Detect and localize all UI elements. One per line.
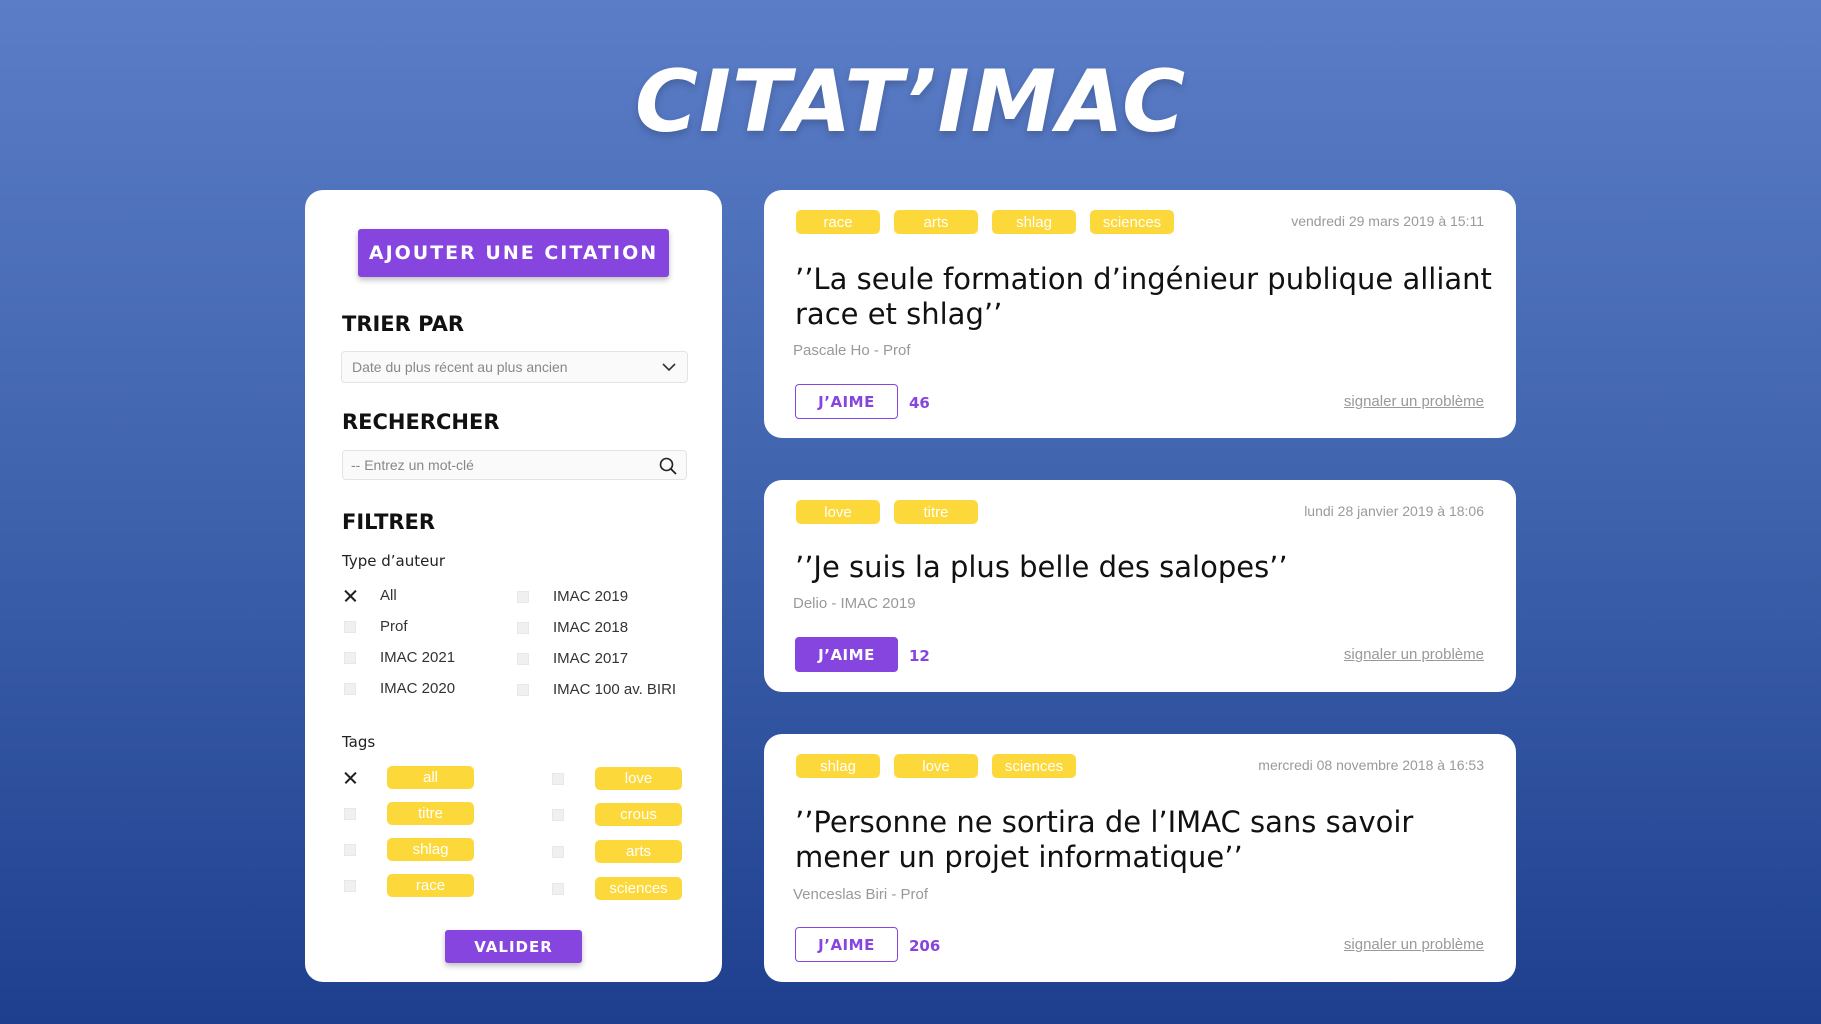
tag-option-race[interactable]: race bbox=[344, 874, 474, 897]
like-button[interactable]: J’AIME bbox=[795, 384, 898, 419]
search-field bbox=[342, 450, 687, 480]
option-label: Prof bbox=[380, 618, 408, 635]
quote-tag[interactable]: shlag bbox=[796, 754, 880, 778]
tag-chip: titre bbox=[387, 802, 474, 825]
quote-author: Delio - IMAC 2019 bbox=[793, 595, 916, 612]
quote-tags: shlag love sciences bbox=[796, 754, 1076, 778]
checkbox[interactable] bbox=[517, 590, 529, 603]
like-count: 206 bbox=[909, 937, 941, 955]
validate-button[interactable]: VALIDER bbox=[445, 930, 582, 963]
sort-heading: TRIER PAR bbox=[342, 312, 465, 336]
quote-tag[interactable]: titre bbox=[894, 500, 978, 524]
checkbox[interactable] bbox=[344, 651, 356, 664]
report-problem-link[interactable]: signaler un problème bbox=[1344, 393, 1484, 410]
quote-tag[interactable]: love bbox=[894, 754, 978, 778]
quote-tags: race arts shlag sciences bbox=[796, 210, 1174, 234]
author-option-imac-100-av-biri[interactable]: IMAC 100 av. BIRI bbox=[517, 681, 676, 698]
author-option-imac-2017[interactable]: IMAC 2017 bbox=[517, 650, 628, 667]
quote-tag[interactable]: sciences bbox=[992, 754, 1076, 778]
checkbox[interactable] bbox=[344, 807, 356, 820]
search-heading: RECHERCHER bbox=[342, 410, 500, 434]
checked-icon[interactable] bbox=[344, 590, 356, 602]
quote-tags: love titre bbox=[796, 500, 978, 524]
quote-text: ’’Je suis la plus belle des salopes’’ bbox=[795, 550, 1288, 584]
quote-card: love titre lundi 28 janvier 2019 à 18:06… bbox=[764, 480, 1516, 692]
search-icon[interactable] bbox=[658, 456, 678, 476]
tag-option-love[interactable]: love bbox=[552, 767, 682, 790]
report-problem-link[interactable]: signaler un problème bbox=[1344, 646, 1484, 663]
option-label: IMAC 2021 bbox=[380, 649, 456, 666]
quote-card: race arts shlag sciences vendredi 29 mar… bbox=[764, 190, 1516, 438]
quote-author: Pascale Ho - Prof bbox=[793, 342, 911, 359]
checkbox[interactable] bbox=[552, 808, 564, 821]
tag-chip: crous bbox=[595, 803, 682, 826]
option-label: IMAC 2018 bbox=[553, 619, 629, 636]
tag-chip: sciences bbox=[595, 877, 682, 900]
option-label: IMAC 2017 bbox=[553, 650, 629, 667]
quote-date: vendredi 29 mars 2019 à 15:11 bbox=[1291, 213, 1484, 229]
search-input[interactable] bbox=[351, 457, 641, 473]
tag-option-crous[interactable]: crous bbox=[552, 803, 682, 826]
like-count: 12 bbox=[909, 647, 930, 665]
checkbox[interactable] bbox=[517, 621, 529, 634]
tags-label: Tags bbox=[342, 733, 376, 751]
tag-option-all[interactable]: all bbox=[344, 766, 474, 789]
checkbox[interactable] bbox=[552, 772, 564, 785]
like-button[interactable]: J’AIME bbox=[795, 927, 898, 962]
quote-tag[interactable]: sciences bbox=[1090, 210, 1174, 234]
app-title: CITAT’IMAC bbox=[634, 52, 1187, 152]
tag-chip: race bbox=[387, 874, 474, 897]
author-option-imac-2020[interactable]: IMAC 2020 bbox=[344, 680, 455, 697]
quote-date: mercredi 08 novembre 2018 à 16:53 bbox=[1258, 757, 1484, 773]
quote-date: lundi 28 janvier 2019 à 18:06 bbox=[1304, 503, 1484, 519]
quote-tag[interactable]: arts bbox=[894, 210, 978, 234]
quote-tag[interactable]: shlag bbox=[992, 210, 1076, 234]
report-problem-link[interactable]: signaler un problème bbox=[1344, 936, 1484, 953]
like-button[interactable]: J’AIME bbox=[795, 637, 898, 672]
checkbox[interactable] bbox=[344, 879, 356, 892]
checkbox[interactable] bbox=[552, 845, 564, 858]
filter-heading: FILTRER bbox=[342, 510, 436, 534]
chevron-down-icon bbox=[662, 363, 676, 372]
quote-card: shlag love sciences mercredi 08 novembre… bbox=[764, 734, 1516, 982]
quote-author: Venceslas Biri - Prof bbox=[793, 886, 929, 903]
author-type-label: Type d’auteur bbox=[342, 552, 445, 570]
checked-icon[interactable] bbox=[344, 772, 356, 784]
author-option-imac-2019[interactable]: IMAC 2019 bbox=[517, 588, 628, 605]
author-option-all[interactable]: All bbox=[344, 587, 397, 604]
checkbox[interactable] bbox=[344, 843, 356, 856]
add-quote-button[interactable]: AJOUTER UNE CITATION bbox=[358, 229, 669, 277]
tag-chip: arts bbox=[595, 840, 682, 863]
filter-sidebar: AJOUTER UNE CITATION TRIER PAR Date du p… bbox=[305, 190, 722, 982]
tag-chip: all bbox=[387, 766, 474, 789]
tag-option-sciences[interactable]: sciences bbox=[552, 877, 682, 900]
checkbox[interactable] bbox=[344, 682, 356, 695]
checkbox[interactable] bbox=[344, 620, 356, 633]
tag-option-arts[interactable]: arts bbox=[552, 840, 682, 863]
checkbox[interactable] bbox=[517, 652, 529, 665]
checkbox[interactable] bbox=[552, 882, 564, 895]
option-label: IMAC 2020 bbox=[380, 680, 456, 697]
quote-tag[interactable]: love bbox=[796, 500, 880, 524]
like-count: 46 bbox=[909, 394, 930, 412]
quote-text: ’’Personne ne sortira de l’IMAC sans sav… bbox=[795, 805, 1414, 874]
option-label: All bbox=[380, 587, 397, 604]
tag-option-shlag[interactable]: shlag bbox=[344, 838, 474, 861]
quote-tag[interactable]: race bbox=[796, 210, 880, 234]
option-label: IMAC 2019 bbox=[553, 588, 629, 605]
sort-select[interactable]: Date du plus récent au plus ancien bbox=[341, 351, 688, 383]
checkbox[interactable] bbox=[517, 683, 529, 696]
tag-chip: shlag bbox=[387, 838, 474, 861]
tag-option-titre[interactable]: titre bbox=[344, 802, 474, 825]
author-option-imac-2021[interactable]: IMAC 2021 bbox=[344, 649, 455, 666]
author-option-imac-2018[interactable]: IMAC 2018 bbox=[517, 619, 628, 636]
author-option-prof[interactable]: Prof bbox=[344, 618, 408, 635]
tag-chip: love bbox=[595, 767, 682, 790]
option-label: IMAC 100 av. BIRI bbox=[553, 681, 677, 698]
sort-selected-value: Date du plus récent au plus ancien bbox=[352, 359, 568, 375]
quote-text: ’’La seule formation d’ingénieur publiqu… bbox=[795, 262, 1492, 331]
